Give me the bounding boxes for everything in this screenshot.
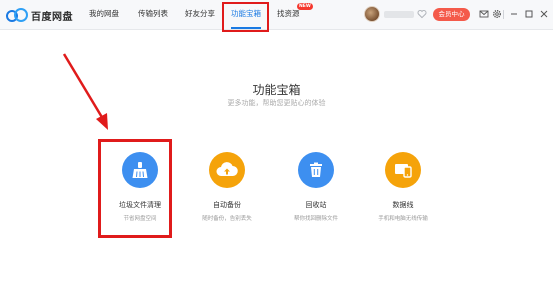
annotation-arrow <box>62 53 108 130</box>
